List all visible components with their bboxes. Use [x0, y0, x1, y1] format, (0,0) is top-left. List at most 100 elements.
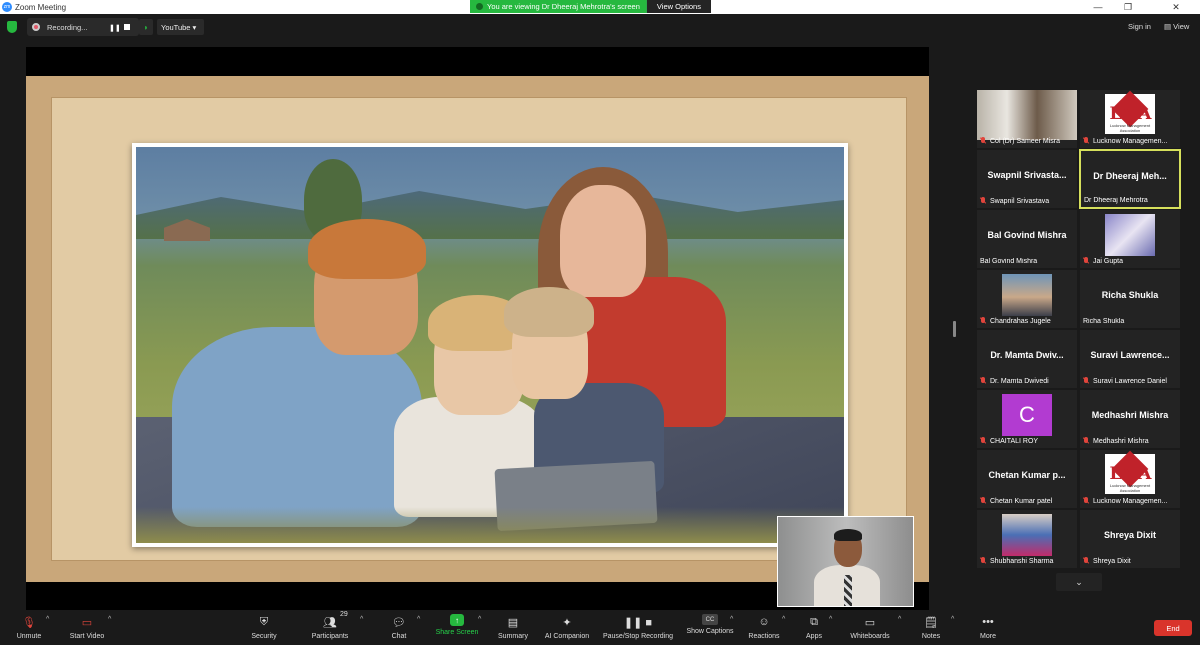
- slide-paper: [52, 98, 914, 627]
- participant-tile[interactable]: C CHAITALI ROY: [977, 390, 1077, 448]
- pause-stop-recording-button[interactable]: ❚❚ ■ Pause/Stop Recording: [600, 612, 676, 644]
- muted-mic-icon: [1083, 137, 1089, 145]
- photo-father-body: [172, 327, 422, 527]
- zoom-logo-icon: zm: [2, 2, 12, 12]
- participant-name-text: Shubhanshi Sharma: [990, 557, 1054, 565]
- presenter-tie: [844, 575, 852, 606]
- participant-tile[interactable]: LMA Lucknow Management Association Luckn…: [1080, 90, 1180, 148]
- participants-label: Participants: [311, 633, 349, 640]
- participant-name-text: Jai Gupta: [1093, 257, 1123, 265]
- apps-label: Apps: [806, 633, 822, 640]
- recording-dot-icon: [32, 23, 40, 31]
- apps-button[interactable]: ⧉ Apps: [803, 612, 825, 644]
- stop-recording-icon[interactable]: [124, 24, 130, 30]
- participant-name: Shubhanshi Sharma: [977, 557, 1077, 565]
- view-button[interactable]: ▤ View: [1164, 22, 1189, 31]
- end-meeting-button[interactable]: End: [1154, 620, 1192, 636]
- panel-resize-handle[interactable]: [953, 321, 956, 337]
- youtube-stream-button[interactable]: YouTube ▾: [157, 19, 204, 35]
- close-icon[interactable]: ✕: [1164, 0, 1188, 14]
- minimize-icon[interactable]: —: [1086, 0, 1110, 14]
- participant-name: Dr. Mamta Dwivedi: [977, 377, 1077, 385]
- meeting-toolbar: 🎙︎ Unmute ^ ▭ Start Video ^ ⛨ Security 👥…: [0, 610, 1200, 645]
- apps-options-caret-icon[interactable]: ^: [829, 616, 832, 623]
- more-button[interactable]: ••• More: [977, 612, 999, 644]
- sign-in-link[interactable]: Sign in: [1128, 22, 1151, 31]
- lma-logo: LMA Lucknow Management Association: [1105, 450, 1155, 494]
- participant-name-text: Lucknow Managemen...: [1093, 497, 1168, 505]
- security-button[interactable]: ⛨ Security: [248, 612, 280, 644]
- participant-tile[interactable]: Suravi Lawrence... Suravi Lawrence Danie…: [1080, 330, 1180, 388]
- recording-label: Recording...: [47, 22, 88, 32]
- participant-avatar-image: [1002, 514, 1052, 556]
- whiteboards-button[interactable]: ▭ Whiteboards: [848, 612, 892, 644]
- participant-tile-active-speaker[interactable]: Dr Dheeraj Meh... Dr Dheeraj Mehrotra: [1079, 149, 1181, 209]
- photo-father-hair: [308, 219, 426, 279]
- window-title: Zoom Meeting: [15, 2, 67, 12]
- chat-bubble-icon: 💬︎: [392, 616, 406, 629]
- audio-options-caret-icon[interactable]: ^: [46, 616, 49, 623]
- reactions-options-caret-icon[interactable]: ^: [782, 616, 785, 623]
- pause-stop-icon: ❚❚ ■: [623, 616, 653, 629]
- muted-mic-icon: [1083, 257, 1089, 265]
- participant-tile[interactable]: Chandrahas Jugele: [977, 270, 1077, 328]
- participant-tile[interactable]: LMA Lucknow Management Association Luckn…: [1080, 450, 1180, 508]
- video-off-icon: ▭: [81, 616, 93, 629]
- share-indicator-icon: [476, 3, 483, 10]
- participant-display-name: Richa Shukla: [1101, 290, 1159, 300]
- whiteboards-options-caret-icon[interactable]: ^: [898, 616, 901, 623]
- participant-tile[interactable]: Dr. Mamta Dwiv... Dr. Mamta Dwivedi: [977, 330, 1077, 388]
- notes-button[interactable]: 🗒︎ Notes: [920, 612, 942, 644]
- participant-tile[interactable]: Col (Dr) Sameer Misra: [977, 90, 1077, 148]
- photo-mountains: [136, 191, 844, 239]
- participant-name-text: Chandrahas Jugele: [990, 317, 1051, 325]
- participant-tile[interactable]: Shreya Dixit Shreya Dixit: [1080, 510, 1180, 568]
- participant-name-text: Medhashri Mishra: [1093, 437, 1149, 445]
- muted-mic-icon: [980, 197, 986, 205]
- participants-options-caret-icon[interactable]: ^: [360, 616, 363, 623]
- shared-screen[interactable]: [26, 47, 929, 627]
- participant-name: Medhashri Mishra: [1080, 437, 1180, 445]
- participant-name-text: Bal Govind Mishra: [980, 258, 1038, 265]
- muted-mic-icon: [980, 497, 986, 505]
- summary-button[interactable]: ▤ Summary: [496, 612, 530, 644]
- notes-options-caret-icon[interactable]: ^: [951, 616, 954, 623]
- reactions-button[interactable]: ☺ Reactions: [746, 612, 782, 644]
- participant-tile[interactable]: Medhashri Mishra Medhashri Mishra: [1080, 390, 1180, 448]
- share-banner-message: You are viewing Dr Dheeraj Mehrotra's sc…: [487, 2, 640, 11]
- view-options-button[interactable]: View Options: [645, 0, 711, 13]
- ai-companion-label: AI Companion: [544, 633, 590, 640]
- share-screen-button[interactable]: ↑ Share Screen: [434, 612, 480, 644]
- participant-tile[interactable]: Bal Govind Mishra Bal Govind Mishra: [977, 210, 1077, 268]
- apps-grid-icon: ⧉: [810, 615, 818, 628]
- share-banner-message-container: You are viewing Dr Dheeraj Mehrotra's sc…: [470, 0, 646, 13]
- video-options-caret-icon[interactable]: ^: [108, 616, 111, 623]
- unmute-button[interactable]: 🎙︎ Unmute: [12, 612, 46, 644]
- share-screen-icon: ↑: [450, 614, 464, 626]
- gallery-scroll-down-button[interactable]: ⌄: [1056, 573, 1102, 591]
- start-video-button[interactable]: ▭ Start Video: [66, 612, 108, 644]
- presenter-video-thumbnail[interactable]: [777, 516, 914, 607]
- photo-child-hair: [504, 287, 594, 337]
- lma-logo: LMA Lucknow Management Association: [1105, 90, 1155, 134]
- photo-mother-head: [560, 185, 646, 297]
- ai-companion-button[interactable]: ✦ AI Companion: [542, 612, 592, 644]
- participant-avatar-image: [1002, 274, 1052, 316]
- smiley-plus-icon: ☺: [758, 616, 770, 628]
- whiteboards-label: Whiteboards: [850, 633, 890, 640]
- participant-tile[interactable]: Chetan Kumar p... Chetan Kumar patel: [977, 450, 1077, 508]
- chat-button[interactable]: 💬︎ Chat: [386, 612, 412, 644]
- pause-recording-icon[interactable]: ❚❚: [109, 24, 121, 32]
- view-label: View: [1173, 22, 1190, 31]
- show-captions-button[interactable]: CC Show Captions: [684, 612, 736, 644]
- maximize-icon[interactable]: ❐: [1116, 0, 1140, 14]
- participant-tile[interactable]: Richa Shukla Richa Shukla: [1080, 270, 1180, 328]
- encryption-shield-icon[interactable]: [7, 21, 17, 33]
- chat-options-caret-icon[interactable]: ^: [417, 616, 420, 623]
- share-options-caret-icon[interactable]: ^: [478, 616, 481, 623]
- captions-options-caret-icon[interactable]: ^: [730, 616, 733, 623]
- participant-tile[interactable]: Swapnil Srivasta... Swapnil Srivastava: [977, 150, 1077, 208]
- live-stream-icon[interactable]: ◗: [139, 19, 153, 35]
- participant-tile[interactable]: Shubhanshi Sharma: [977, 510, 1077, 568]
- participant-tile[interactable]: Jai Gupta: [1080, 210, 1180, 268]
